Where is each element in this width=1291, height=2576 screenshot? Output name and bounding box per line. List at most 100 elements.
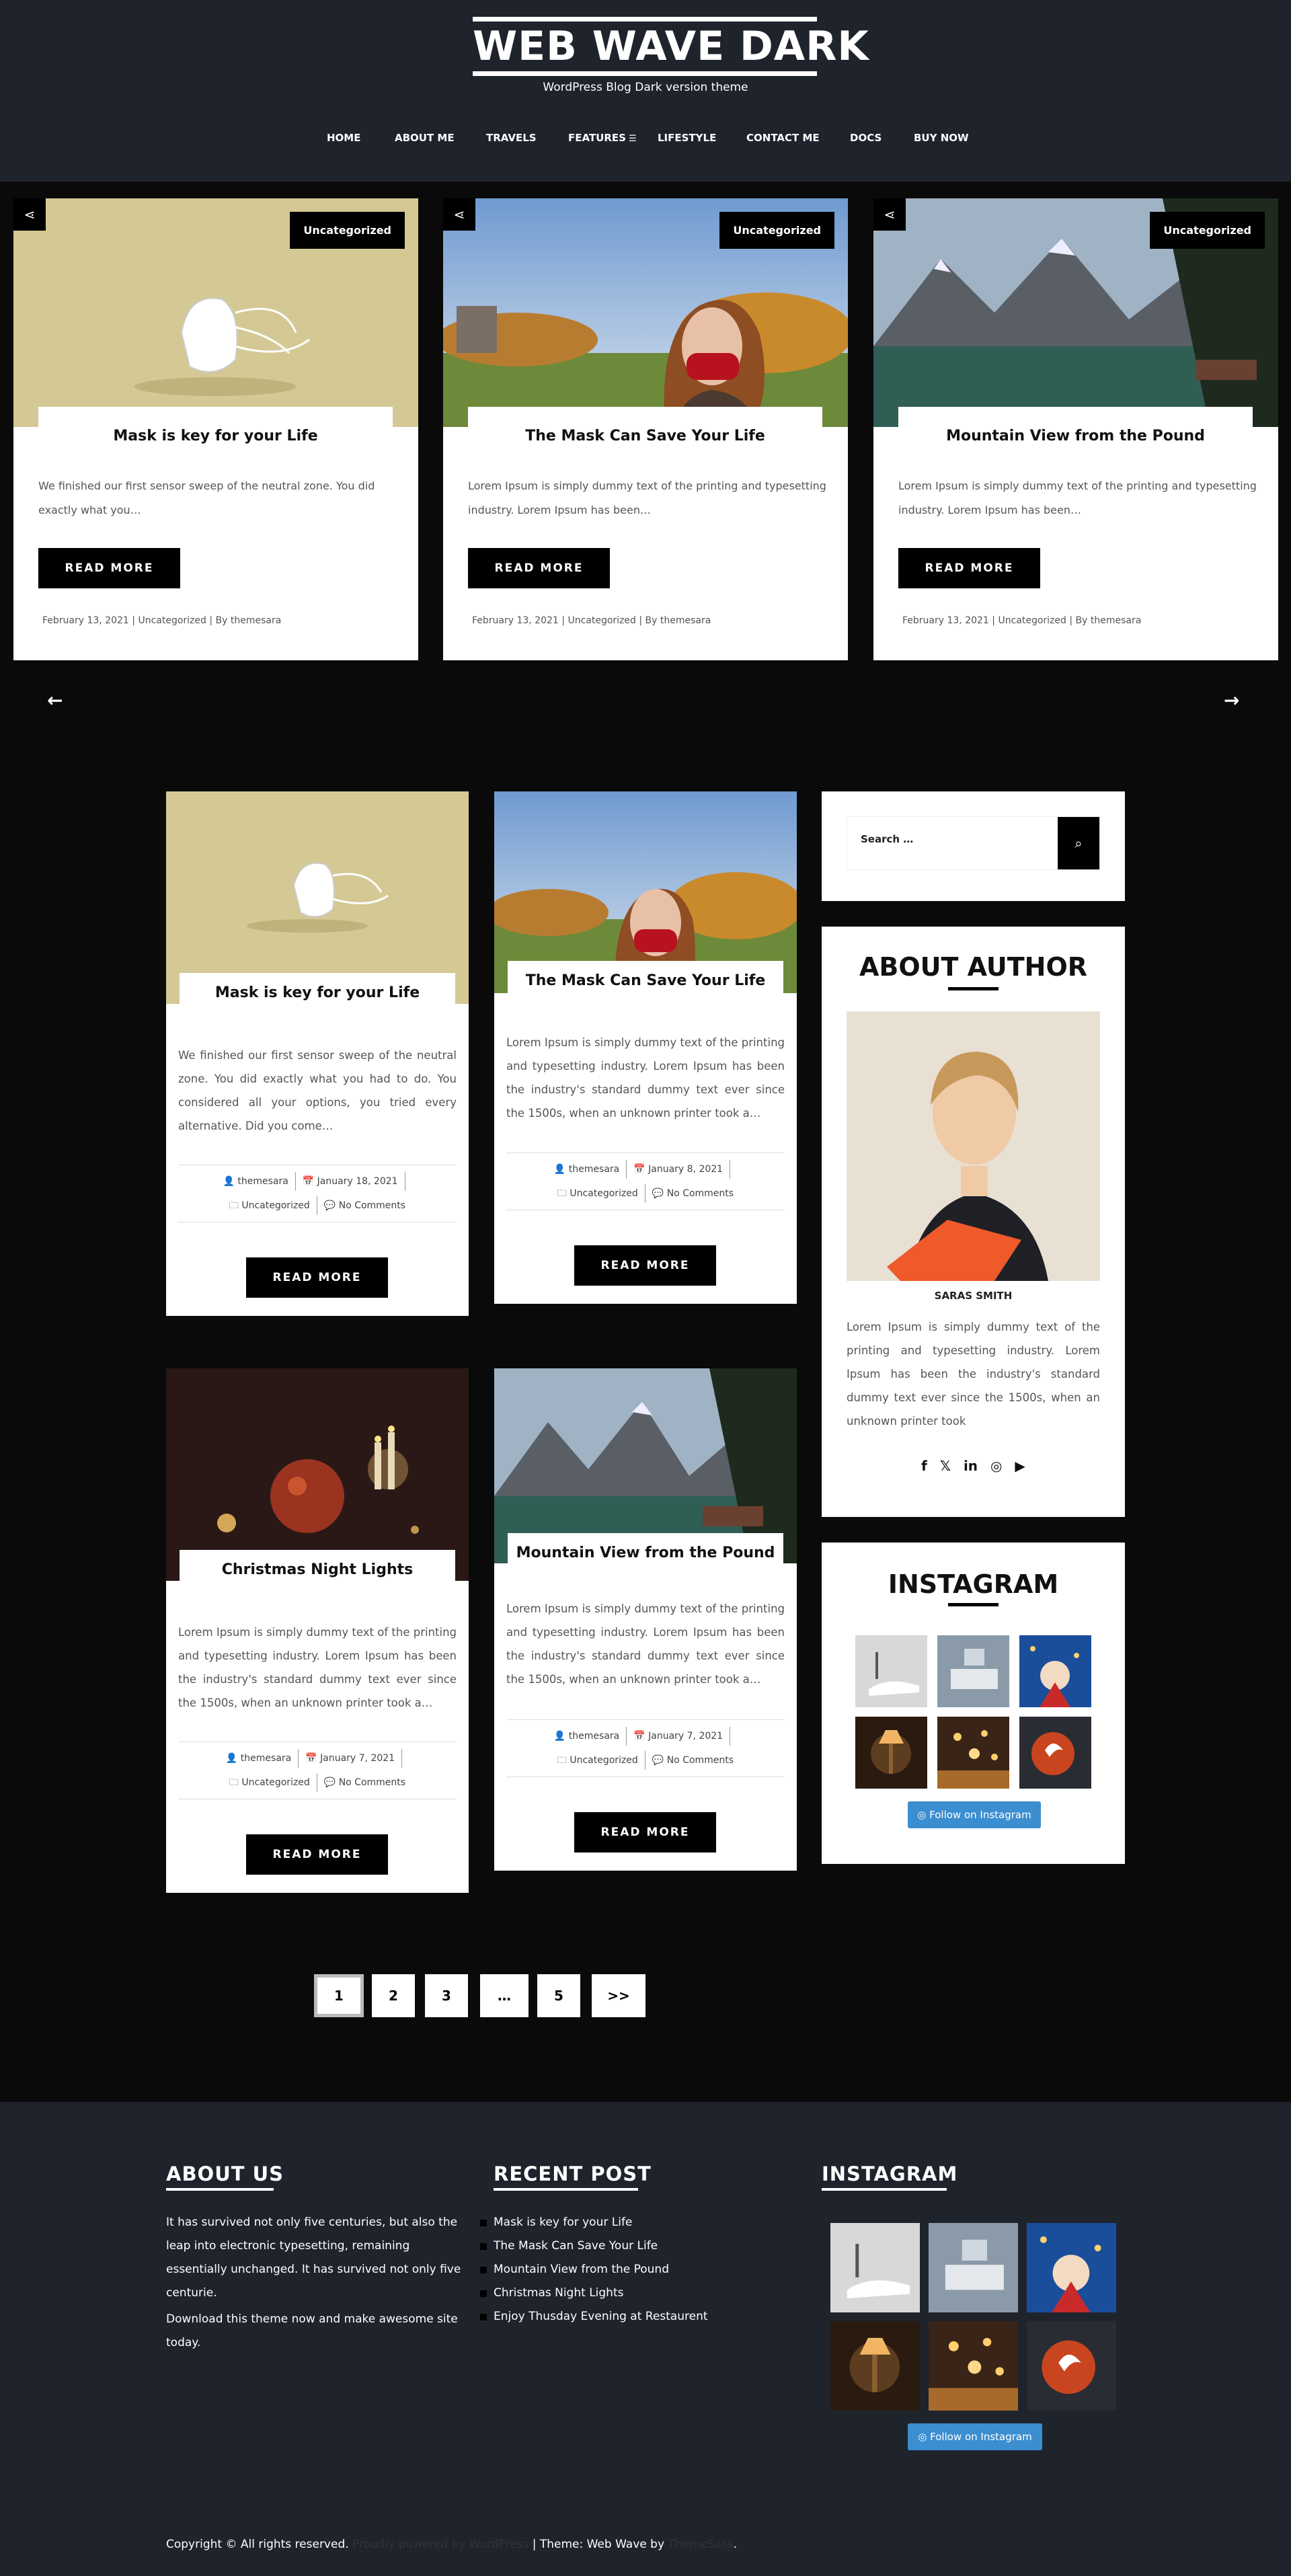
nav-item-travels[interactable]: TRAVELS	[486, 128, 537, 148]
page-1[interactable]: 1	[314, 1974, 364, 2017]
page-3[interactable]: 3	[425, 1974, 468, 2017]
share-icon[interactable]: ⋖	[443, 198, 475, 231]
recent-post-title[interactable]: Christmas Night Lights	[494, 2286, 623, 2300]
instagram-icon[interactable]: ◎	[990, 1458, 1002, 1474]
linkedin-icon[interactable]: in	[964, 1458, 978, 1474]
nav-item-docs[interactable]: DOCS	[850, 128, 882, 148]
recent-post-link[interactable]: The Mask Can Save Your Life	[480, 2234, 708, 2258]
nav-item-features[interactable]: FEATURES ☰	[568, 128, 637, 149]
follow-instagram-button[interactable]: ◎ Follow on Instagram	[908, 1801, 1041, 1828]
nav-item-home[interactable]: HOME	[327, 128, 360, 148]
instagram-thumb[interactable]	[1027, 2223, 1116, 2312]
page-next[interactable]: >>	[592, 1974, 646, 2017]
post-comments[interactable]: No Comments	[667, 1755, 734, 1766]
site-logo[interactable]: WEB WAVE DARK	[473, 17, 869, 79]
nav-item-lifestyle[interactable]: LIFESTYLE	[658, 128, 716, 148]
post-category[interactable]: Uncategorized	[570, 1188, 637, 1199]
read-more-button[interactable]: READ MORE	[468, 548, 610, 588]
instagram-thumb[interactable]	[937, 1635, 1009, 1707]
read-more-button[interactable]: READ MORE	[246, 1257, 388, 1298]
page-2[interactable]: 2	[372, 1974, 415, 2017]
post-date[interactable]: January 7, 2021	[648, 1731, 723, 1742]
post-comments[interactable]: No Comments	[339, 1777, 405, 1788]
nav-item-contact-me[interactable]: CONTACT ME	[746, 128, 820, 148]
arrow-right-icon[interactable]: →	[1224, 689, 1239, 711]
instagram-thumb[interactable]	[929, 2223, 1018, 2312]
instagram-thumb[interactable]	[830, 2321, 920, 2411]
slide-title[interactable]: Mountain View from the Pound	[898, 407, 1253, 466]
share-icon[interactable]: ⋖	[873, 198, 906, 231]
recent-post-link[interactable]: Enjoy Thusday Evening at Restaurent	[480, 2305, 708, 2329]
search-icon[interactable]: ⌕	[1058, 817, 1099, 869]
youtube-icon[interactable]: ▶	[1015, 1458, 1025, 1474]
category-badge[interactable]: Uncategorized	[719, 212, 834, 249]
follow-label[interactable]: Follow on Instagram	[929, 1809, 1031, 1821]
page-5[interactable]: 5	[537, 1974, 580, 2017]
post-author[interactable]: themesara	[569, 1164, 619, 1175]
read-more-button[interactable]: READ MORE	[574, 1245, 716, 1286]
instagram-thumb[interactable]	[929, 2321, 1018, 2411]
nav-item-buy-now[interactable]: BUY NOW	[914, 128, 969, 148]
instagram-thumb[interactable]	[855, 1717, 927, 1789]
read-more-button[interactable]: READ MORE	[574, 1812, 716, 1852]
recent-post-title[interactable]: The Mask Can Save Your Life	[494, 2239, 658, 2253]
recent-post-link[interactable]: Mask is key for your Life	[480, 2211, 708, 2234]
comment-icon: 💬	[652, 1755, 664, 1766]
post-category[interactable]: Uncategorized	[241, 1200, 309, 1211]
post-author[interactable]: themesara	[237, 1176, 288, 1187]
read-more-button[interactable]: READ MORE	[38, 548, 180, 588]
post-title[interactable]: Mountain View from the Pound	[508, 1533, 783, 1571]
recent-post-link[interactable]: Mountain View from the Pound	[480, 2258, 708, 2281]
twitter-icon[interactable]: 𝕏	[940, 1458, 951, 1474]
post-meta-row-1: 👤 themesara 📅 January 8, 2021	[506, 1157, 785, 1181]
recent-post-title[interactable]: Enjoy Thusday Evening at Restaurent	[494, 2310, 708, 2323]
slide-card: ⋖ Uncategorized Mask is key for your Lif…	[13, 198, 418, 660]
search-input[interactable]: Search …	[861, 833, 913, 845]
post-date[interactable]: January 8, 2021	[648, 1164, 723, 1175]
recent-post-title[interactable]: Mountain View from the Pound	[494, 2263, 669, 2276]
post-comments[interactable]: No Comments	[667, 1188, 734, 1199]
share-icon[interactable]: ⋖	[13, 198, 46, 231]
instagram-thumb[interactable]	[830, 2223, 920, 2312]
theme-author-link[interactable]: ThemeSara	[668, 2538, 733, 2551]
post-meta-row-2: 🗀 Uncategorized 💬 No Comments	[178, 1770, 457, 1795]
post-date[interactable]: January 18, 2021	[317, 1176, 398, 1187]
post-date[interactable]: January 7, 2021	[320, 1753, 395, 1764]
instagram-thumb[interactable]	[855, 1635, 927, 1707]
slide-title[interactable]: Mask is key for your Life	[38, 407, 393, 466]
post-image-mask[interactable]	[166, 791, 469, 1004]
follow-instagram-button[interactable]: ◎ Follow on Instagram	[908, 2423, 1042, 2450]
post-category[interactable]: Uncategorized	[570, 1755, 637, 1766]
category-badge[interactable]: Uncategorized	[1150, 212, 1265, 249]
read-more-button[interactable]: READ MORE	[898, 548, 1040, 588]
post-meta-row-1: 👤 themesara 📅 January 7, 2021	[506, 1724, 785, 1748]
title-underline	[948, 987, 999, 990]
slide-title[interactable]: The Mask Can Save Your Life	[468, 407, 822, 466]
facebook-icon[interactable]: f	[921, 1458, 927, 1474]
post-meta-row-2: 🗀 Uncategorized 💬 No Comments	[178, 1194, 457, 1218]
site-title[interactable]: WEB WAVE DARK	[473, 22, 869, 71]
post-image-christmas[interactable]	[166, 1368, 469, 1581]
follow-label[interactable]: Follow on Instagram	[930, 2431, 1032, 2443]
post-title[interactable]: Mask is key for your Life	[180, 973, 455, 1011]
main-nav: HOME ABOUT ME TRAVELS FEATURES ☰ LIFESTYL…	[0, 128, 1291, 148]
post-title[interactable]: The Mask Can Save Your Life	[508, 961, 783, 999]
nav-item-about-me[interactable]: ABOUT ME	[395, 128, 455, 148]
social-links: f 𝕏 in ◎ ▶	[822, 1458, 1125, 1474]
instagram-thumb[interactable]	[1019, 1717, 1091, 1789]
powered-by-link[interactable]: Proudly powered by WordPress	[352, 2538, 529, 2551]
post-title[interactable]: Christmas Night Lights	[180, 1550, 455, 1588]
post-author[interactable]: themesara	[241, 1753, 291, 1764]
instagram-thumb[interactable]	[937, 1717, 1009, 1789]
nav-item-features-label[interactable]: FEATURES	[568, 132, 626, 144]
instagram-thumb[interactable]	[1019, 1635, 1091, 1707]
post-category[interactable]: Uncategorized	[241, 1777, 309, 1788]
post-author[interactable]: themesara	[569, 1731, 619, 1742]
recent-post-link[interactable]: Christmas Night Lights	[480, 2281, 708, 2305]
arrow-left-icon[interactable]: ←	[47, 689, 63, 711]
recent-post-title[interactable]: Mask is key for your Life	[494, 2216, 632, 2229]
category-badge[interactable]: Uncategorized	[290, 212, 405, 249]
read-more-button[interactable]: READ MORE	[246, 1834, 388, 1875]
instagram-thumb[interactable]	[1027, 2321, 1116, 2411]
post-comments[interactable]: No Comments	[339, 1200, 405, 1211]
